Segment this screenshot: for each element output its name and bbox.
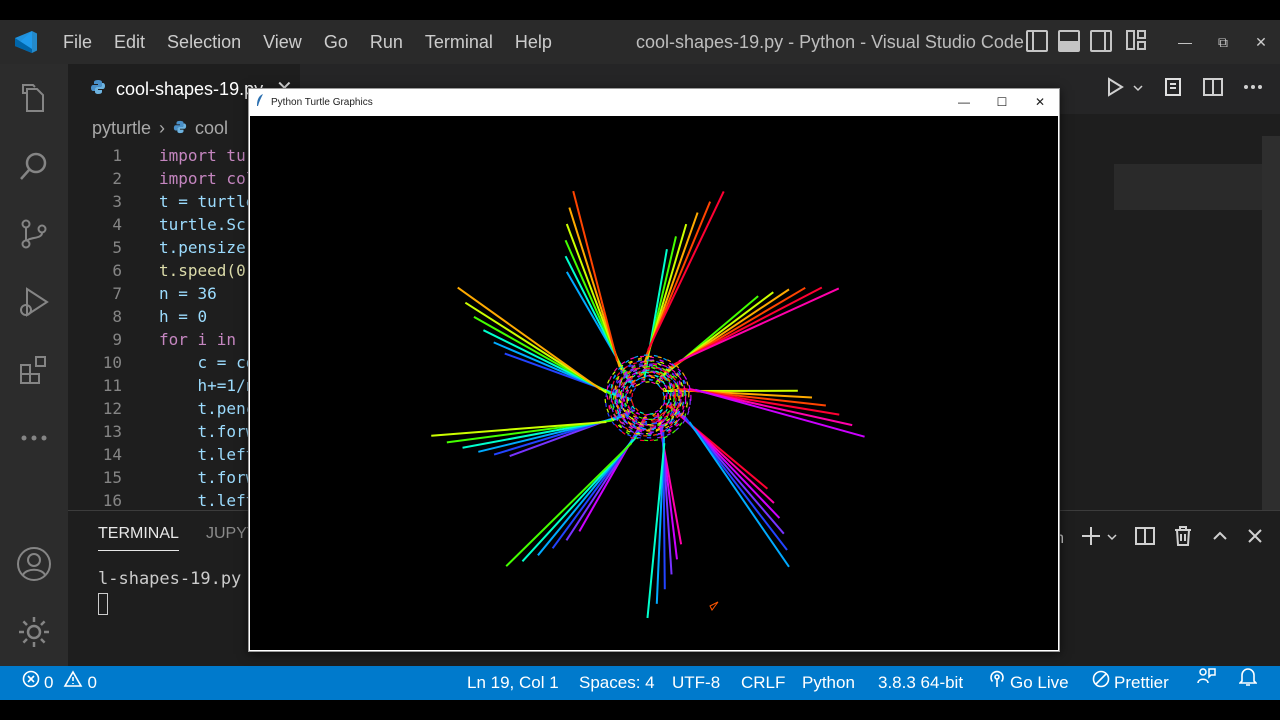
pen-stroke [457,286,602,391]
chevron-down-icon[interactable] [1132,81,1144,99]
broadcast-icon [988,666,1006,700]
split-terminal-icon[interactable] [1134,525,1156,552]
status-bar: 0 0 Ln 19, Col 1 Spaces: 4 UTF-8 CRLF Py… [0,666,1280,700]
chevron-right-icon: › [159,118,166,138]
warning-icon [63,666,83,700]
problems-status[interactable]: 0 0 [22,666,97,700]
account-icon[interactable] [14,544,54,584]
maximize-panel-icon[interactable] [1210,526,1230,551]
encoding-status[interactable]: UTF-8 [672,666,720,700]
menu-terminal[interactable]: Terminal [414,20,504,64]
new-terminal-icon[interactable] [1080,525,1102,552]
split-editor-icon[interactable] [1202,76,1224,103]
menu-run[interactable]: Run [359,20,414,64]
eol-status[interactable]: CRLF [741,666,785,700]
toggle-secondary-sidebar-icon[interactable] [1090,30,1112,52]
chevron-down-icon[interactable] [1106,530,1118,548]
python-interpreter[interactable]: 3.8.3 64-bit [878,666,963,700]
notifications-bell-icon[interactable] [1239,666,1257,686]
breadcrumb-folder[interactable]: pyturtle [92,118,151,139]
source-control-icon[interactable] [14,214,54,254]
run-debug-icon[interactable] [14,282,54,322]
pen-stroke [678,287,840,363]
layout-controls [1026,30,1148,52]
prettier-check-icon [1092,666,1110,700]
go-live-label: Go Live [1010,673,1069,692]
menu-file[interactable]: File [52,20,103,64]
pen-stroke [695,388,865,438]
turtle-window-controls: — ☐ ✕ [945,89,1059,115]
breadcrumb: pyturtle › cool [92,118,228,139]
breadcrumb-file[interactable]: cool [195,118,228,139]
minimize-icon[interactable]: — [1166,20,1204,64]
prettier-status[interactable]: Prettier [1092,666,1169,700]
pen-stroke [646,443,666,619]
tab-label: cool-shapes-19.py [116,78,264,99]
settings-gear-icon[interactable] [14,612,54,652]
minimap[interactable] [1114,164,1264,210]
menu-view[interactable]: View [252,20,313,64]
more-actions-icon[interactable] [1242,76,1264,103]
title-bar: File Edit Selection View Go Run Terminal… [0,20,1280,64]
panel-actions: h [1055,525,1264,552]
turtle-minimize-icon[interactable]: — [945,89,983,115]
open-changes-icon[interactable] [1162,76,1184,103]
menu-bar: File Edit Selection View Go Run Terminal… [52,20,563,64]
turtle-cursor [709,601,719,611]
window-title: cool-shapes-19.py - Python - Visual Stud… [636,32,1024,52]
customize-layout-icon[interactable] [1126,30,1148,52]
turtle-canvas[interactable] [250,116,1058,650]
menu-go[interactable]: Go [313,20,359,64]
pen-ring [629,371,676,417]
menu-help[interactable]: Help [504,20,563,64]
editor-actions [1104,76,1264,103]
turtle-drawing [431,190,865,619]
terminal-output[interactable]: l-shapes-19.py [98,569,241,589]
restore-icon[interactable]: ⧉ [1204,20,1242,64]
editor-scrollbar[interactable] [1262,136,1280,536]
python-file-icon [173,118,187,139]
menu-edit[interactable]: Edit [103,20,156,64]
close-icon[interactable]: ✕ [1242,20,1280,64]
pen-stroke [572,190,619,362]
feather-icon [255,93,265,112]
trash-icon[interactable] [1172,525,1194,552]
turtle-close-icon[interactable]: ✕ [1021,89,1059,115]
menu-selection[interactable]: Selection [156,20,252,64]
extensions-icon[interactable] [14,350,54,390]
feedback-icon[interactable] [1196,666,1216,686]
python-file-icon [90,79,106,100]
error-icon [22,666,40,700]
explorer-icon[interactable] [14,78,54,118]
warning-count: 0 [87,673,97,692]
language-mode[interactable]: Python [802,666,855,700]
pen-stroke [647,191,725,351]
close-panel-icon[interactable] [1246,527,1264,550]
indentation-status[interactable]: Spaces: 4 [579,666,655,700]
tab-terminal[interactable]: TERMINAL [98,525,179,551]
window-controls: — ⧉ ✕ [1166,20,1280,64]
toggle-sidebar-icon[interactable] [1026,30,1048,52]
turtle-maximize-icon[interactable]: ☐ [983,89,1021,115]
activity-bar [0,64,68,666]
pen-stroke [688,421,790,568]
pen-stroke [505,442,633,567]
run-python-file-icon[interactable] [1104,76,1126,103]
vscode-logo-icon [0,20,52,64]
prettier-label: Prettier [1114,673,1169,692]
error-count: 0 [44,673,54,692]
more-icon[interactable] [14,418,54,458]
turtle-window-title: Python Turtle Graphics [271,96,373,108]
terminal-cursor [98,593,108,615]
cursor-position[interactable]: Ln 19, Col 1 [467,666,559,700]
go-live-button[interactable]: Go Live [988,666,1069,700]
turtle-title-bar[interactable]: Python Turtle Graphics — ☐ ✕ [249,89,1059,115]
toggle-panel-icon[interactable] [1058,30,1080,52]
turtle-graphics-window[interactable]: Python Turtle Graphics — ☐ ✕ [248,88,1060,652]
search-icon[interactable] [14,146,54,186]
